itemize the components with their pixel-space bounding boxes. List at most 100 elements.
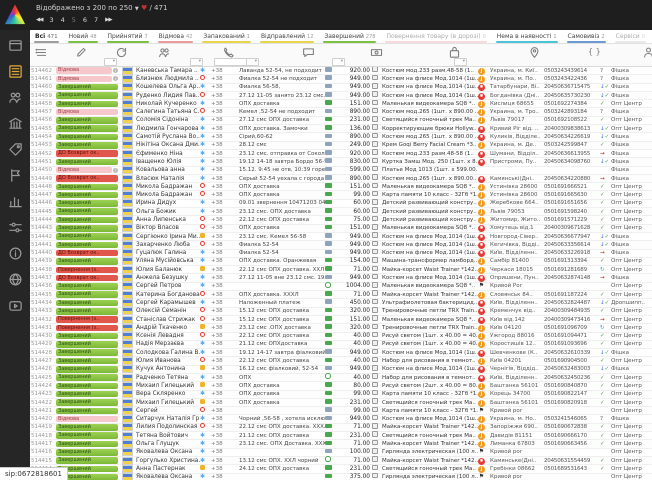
tracking-number[interactable]: 20450632610339 — [544, 349, 600, 357]
tracking-number[interactable]: 0501690840870 — [544, 382, 600, 390]
location-pin-icon[interactable] — [528, 46, 541, 59]
client-phone[interactable]: +38 — [211, 241, 239, 249]
status-pill[interactable]: Завершений — [56, 92, 118, 99]
status-pill[interactable]: Відмова — [56, 76, 112, 83]
tracking-number[interactable]: 0501691187224 — [544, 291, 600, 299]
tab-Відправлений[interactable]: Відправлений12 — [260, 30, 315, 43]
tab-Відмова[interactable]: Відмова42 — [158, 30, 194, 43]
client-phone[interactable]: +38 — [211, 465, 239, 473]
client-phone[interactable]: +38 — [211, 340, 239, 348]
campaigns-flag-icon[interactable] — [8, 168, 23, 183]
status-edit-icon[interactable] — [75, 46, 88, 59]
tab-Сервіси[interactable]: Сервіси0 — [615, 30, 646, 43]
tab-Повернення товару (в дорозі)[interactable]: Повернення товару (в дорозі)0 — [385, 30, 486, 43]
tracking-braces-icon[interactable]: { } — [588, 47, 601, 56]
tracking-number[interactable]: 0501690663456 — [544, 440, 600, 448]
status-pill[interactable]: Завершений — [56, 192, 118, 199]
tracking-number[interactable]: 0501691665630 — [544, 191, 600, 199]
client-phone[interactable]: +38 — [211, 108, 239, 116]
dashboard-icon[interactable] — [8, 38, 23, 53]
tracking-number[interactable]: 20450632483003 — [544, 365, 600, 373]
client-phone[interactable]: +38 — [211, 75, 239, 83]
client-phone[interactable]: +38 — [211, 324, 239, 332]
tracking-number[interactable]: 0501690904500 — [544, 357, 600, 365]
status-pill[interactable]: Завершений — [56, 142, 118, 149]
page-number-3[interactable]: 3 — [49, 16, 53, 24]
client-phone[interactable]: +38 — [211, 266, 239, 274]
client-phone[interactable]: +38 — [211, 473, 239, 480]
status-pill[interactable]: Завершений — [56, 457, 118, 464]
status-pill[interactable]: Завершений — [56, 101, 118, 108]
tracking-number[interactable]: 20450634220880 — [544, 175, 600, 183]
status-pill[interactable]: Завершений — [56, 258, 118, 265]
column-filter-dropdown-5[interactable]: ▾ — [454, 58, 467, 66]
status-pill[interactable]: Завершений — [56, 383, 118, 390]
manager-person-icon[interactable] — [642, 46, 652, 59]
tracking-number[interactable]: 20450633226918 — [544, 249, 600, 257]
client-phone[interactable]: +38 — [211, 291, 239, 299]
status-pill[interactable]: Завершений — [56, 242, 118, 249]
status-pill[interactable]: ДО Возврат ок.. — [56, 175, 118, 182]
status-pill[interactable]: Завершений — [56, 424, 118, 431]
status-pill[interactable]: Завершений — [56, 125, 118, 132]
favorites-heart-icon[interactable]: ♥ — [141, 4, 147, 12]
status-pill[interactable]: Завершений — [56, 233, 118, 240]
tracking-number[interactable]: 0501691651656 — [544, 199, 600, 207]
client-phone[interactable]: +38 — [211, 257, 239, 265]
clients-icon[interactable] — [158, 46, 171, 59]
client-phone[interactable]: +38 — [211, 440, 239, 448]
status-pill[interactable]: Відмова — [56, 67, 112, 74]
comment-bubble-icon[interactable] — [302, 46, 315, 59]
client-phone[interactable]: +38 — [211, 374, 239, 382]
status-pill[interactable]: Завершений — [56, 341, 118, 348]
site-globe-icon[interactable] — [8, 272, 23, 287]
page-number-5[interactable]: 5 — [72, 16, 76, 24]
tracking-number[interactable]: 0501690820918 — [544, 399, 600, 407]
order-row-514413[interactable]: 514413ЗавершенийЯковалева Оксана✱+38375.… — [30, 474, 652, 480]
client-phone[interactable]: +38 — [211, 116, 239, 124]
client-phone[interactable]: +38 — [211, 141, 239, 149]
tracking-number[interactable]: 0501691313394 — [544, 257, 600, 265]
tracking-number[interactable]: 20450636715475 — [544, 83, 600, 91]
client-phone[interactable]: +38 — [211, 67, 239, 75]
clients-icon[interactable] — [8, 90, 23, 105]
client-phone[interactable]: +38 — [211, 349, 239, 357]
client-phone[interactable]: +38 — [211, 282, 239, 290]
company-icon[interactable] — [8, 116, 23, 131]
status-pill[interactable]: Завершений — [56, 225, 118, 232]
tracking-number[interactable]: 20450632874148 — [544, 274, 600, 282]
status-pill[interactable]: Завершений — [56, 441, 118, 448]
status-pill[interactable]: Завершений — [56, 134, 118, 141]
client-phone[interactable]: +38 — [211, 224, 239, 232]
column-filter-dropdown-0[interactable]: ▾ — [104, 58, 117, 66]
tab-Запакований[interactable]: Запакований1 — [202, 30, 251, 43]
page-number-6[interactable]: 6 — [83, 16, 87, 24]
tracking-number[interactable]: 0503242893184 — [544, 108, 600, 116]
payment-money-icon[interactable] — [370, 46, 383, 59]
status-pill[interactable]: Завершений — [56, 300, 118, 307]
tab-Всі[interactable]: Всі471 — [34, 30, 59, 43]
client-phone[interactable]: +38 — [211, 92, 239, 100]
status-pill[interactable]: Відмова — [56, 167, 112, 174]
client-phone[interactable]: +38 — [211, 365, 239, 373]
tracking-number[interactable]: 0501692108522 — [544, 116, 600, 124]
status-pill[interactable]: Завершений — [56, 391, 118, 398]
client-phone[interactable]: +38 — [211, 191, 239, 199]
status-pill[interactable]: Завершений — [56, 333, 118, 340]
page-number-4[interactable]: 4 — [61, 16, 65, 24]
status-pill[interactable]: Завершений — [56, 159, 118, 166]
tracking-number[interactable]: 0501691598240 — [544, 208, 600, 216]
status-pill[interactable]: Завершений — [56, 399, 118, 406]
status-pill[interactable]: Завершений — [56, 449, 118, 456]
reports-chart-icon[interactable] — [8, 194, 23, 209]
last-page-icon[interactable]: ▶▶ — [105, 17, 111, 23]
client-phone[interactable]: +38 — [211, 407, 239, 415]
column-filter-dropdown-3[interactable]: ▾ — [246, 58, 259, 66]
client-phone[interactable]: +38 — [211, 307, 239, 315]
products-tag-icon[interactable] — [8, 142, 23, 157]
tracking-number[interactable]: 0501691666521 — [544, 183, 600, 191]
column-filter-dropdown-1[interactable]: ▾ — [190, 58, 203, 66]
first-page-icon[interactable]: ◀◀ — [36, 17, 42, 23]
client-phone[interactable]: +38 — [211, 233, 239, 241]
page-number-7[interactable]: 7 — [94, 16, 98, 24]
